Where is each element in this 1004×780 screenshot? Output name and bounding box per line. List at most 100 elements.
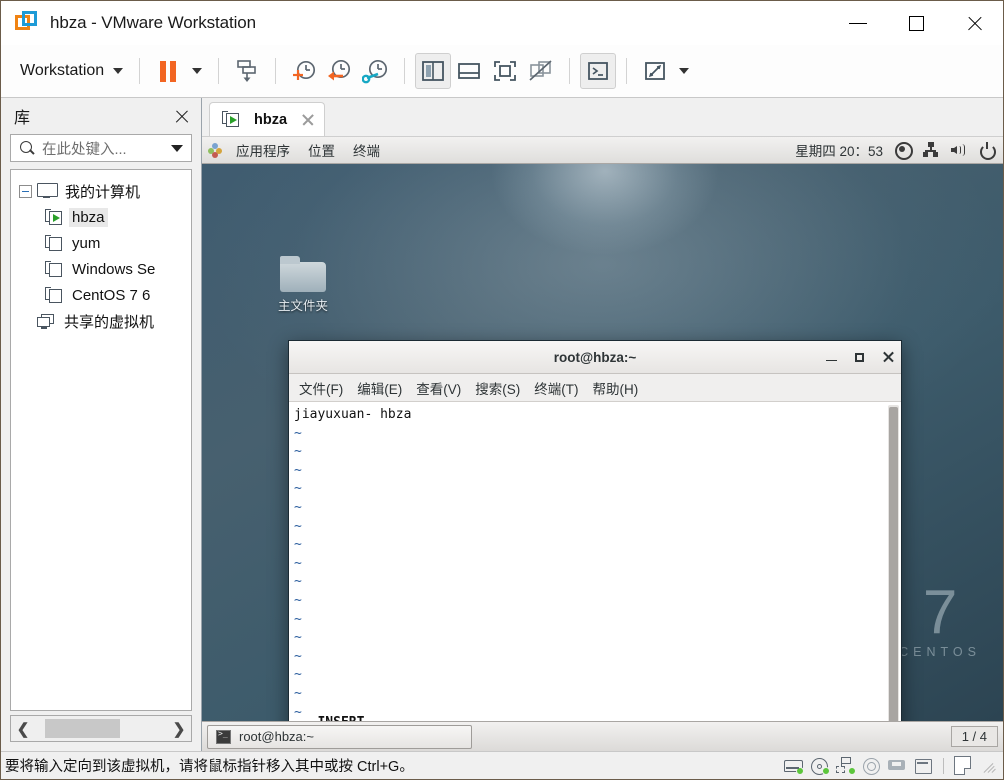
vm-running-icon (45, 208, 63, 226)
record-icon[interactable] (895, 142, 913, 160)
show-library-button[interactable] (415, 53, 452, 89)
printer-device-icon[interactable] (914, 757, 933, 774)
guest-screen[interactable]: 应用程序 位置 终端 星期四 20：53 主文件夹 7 CENTOS root@… (202, 137, 1003, 751)
scrollbar-thumb[interactable] (45, 719, 120, 738)
vmware-logo-icon (15, 11, 39, 35)
terminal-icon (216, 729, 231, 744)
gnome-taskbar: root@hbza:~ 1 / 4 (202, 721, 1003, 751)
unity-disabled-icon (529, 60, 552, 81)
close-icon[interactable] (301, 113, 314, 126)
maximize-button[interactable] (887, 1, 945, 45)
vm-icon (45, 286, 63, 304)
close-button[interactable] (945, 1, 1003, 45)
pause-icon (160, 60, 177, 82)
tree-item-centos7[interactable]: CentOS 7 6 (11, 282, 191, 308)
watermark-word: CENTOS (899, 645, 981, 659)
status-message: 要将输入定向到该虚拟机，请将鼠标指针移入其中或按 Ctrl+G。 (5, 759, 414, 775)
desktop-icon-home-folder[interactable]: 主文件夹 (260, 256, 346, 314)
tree-item-label: hbza (69, 207, 108, 227)
menu-help[interactable]: 帮助(H) (593, 378, 639, 398)
menu-places[interactable]: 位置 (299, 140, 344, 160)
take-snapshot-button[interactable] (286, 53, 322, 89)
revert-snapshot-button[interactable] (322, 53, 358, 89)
maximize-icon (908, 15, 924, 31)
console-view-button[interactable] (580, 53, 617, 89)
library-sidebar: 库 在此处键入... 我的计算机 hbza yum Windows Se Cen… (1, 98, 202, 751)
menu-file[interactable]: 文件(F) (299, 378, 343, 398)
taskbar-right: 1 / 4 (950, 726, 998, 747)
panel-clock[interactable]: 星期四 20：53 (795, 140, 883, 160)
close-icon[interactable] (882, 351, 894, 363)
minimize-button[interactable] (829, 1, 887, 45)
tree-item-my-computer[interactable]: 我的计算机 (11, 178, 191, 204)
menu-edit[interactable]: 编辑(E) (357, 378, 402, 398)
centos-watermark: 7 CENTOS (899, 582, 981, 660)
toolbar-separator (569, 58, 571, 84)
fullscreen-button[interactable] (487, 53, 523, 89)
terminal-title: root@hbza:~ (553, 349, 637, 365)
tab-label: hbza (254, 111, 288, 128)
library-search-box[interactable]: 在此处键入... (10, 134, 192, 162)
tab-hbza[interactable]: hbza (209, 102, 326, 136)
desktop-icon-label: 主文件夹 (277, 299, 328, 313)
message-log-icon[interactable] (954, 756, 971, 775)
cd-dvd-device-icon[interactable] (810, 757, 830, 775)
window-controls (829, 1, 1003, 45)
menu-applications[interactable]: 应用程序 (227, 140, 299, 160)
terminal-prompt-icon (588, 62, 609, 80)
workstation-menu-button[interactable]: Workstation (14, 58, 129, 84)
tree-item-windows-server[interactable]: Windows Se (11, 256, 191, 282)
suspend-button[interactable] (150, 53, 186, 89)
vm-running-icon (222, 111, 240, 128)
library-horizontal-scrollbar[interactable]: ❮ ❯ (10, 715, 192, 742)
show-thumbnail-bar-button[interactable] (451, 53, 487, 89)
manage-button[interactable] (229, 53, 265, 89)
unity-mode-button[interactable] (523, 53, 559, 89)
view-dropdown[interactable] (673, 53, 695, 89)
taskbar-window-terminal[interactable]: root@hbza:~ (207, 724, 472, 749)
menu-terminal[interactable]: 终端(T) (534, 378, 578, 398)
vm-tab-strip: hbza (202, 98, 1003, 137)
expander-icon[interactable] (19, 184, 32, 198)
snapshot-manager-button[interactable] (358, 53, 394, 89)
title-bar: hbza - VMware Workstation (1, 1, 1003, 45)
stretch-view-button[interactable] (637, 53, 673, 89)
minimize-icon[interactable] (826, 359, 837, 362)
menu-view[interactable]: 查看(V) (416, 378, 461, 398)
resize-grip-icon[interactable] (981, 758, 997, 774)
sound-card-device-icon[interactable] (862, 757, 881, 775)
transfer-vm-icon (237, 60, 256, 82)
power-dropdown[interactable] (186, 53, 208, 89)
menu-terminal[interactable]: 终端 (344, 140, 389, 160)
terminal-scrollbar[interactable] (888, 405, 899, 729)
network-icon[interactable] (923, 142, 939, 158)
chevron-left-icon[interactable]: ❮ (11, 720, 35, 738)
network-adapter-device-icon[interactable] (836, 757, 856, 775)
usb-device-icon[interactable] (888, 757, 907, 774)
power-icon[interactable] (979, 142, 996, 160)
chevron-down-icon[interactable] (171, 144, 183, 152)
tree-item-yum[interactable]: yum (11, 230, 191, 256)
menu-search[interactable]: 搜索(S) (475, 378, 520, 398)
vim-tilde-line: ~ (294, 462, 302, 478)
vim-tilde-line: ~ (294, 685, 302, 701)
hard-disk-device-icon[interactable] (784, 757, 804, 775)
terminal-content[interactable]: jiayuxuan- hbza ~~~~~~~~~~~~~~~~ -- INSE… (289, 402, 901, 732)
tree-item-hbza[interactable]: hbza (11, 204, 191, 230)
sidebar-panel-icon (422, 61, 445, 81)
vim-tilde-line: ~ (294, 630, 302, 646)
close-icon (966, 15, 983, 32)
volume-icon[interactable] (951, 142, 967, 158)
close-icon[interactable] (174, 109, 189, 124)
search-input[interactable]: 在此处键入... (39, 138, 171, 159)
chevron-right-icon[interactable]: ❯ (167, 720, 191, 738)
maximize-icon[interactable] (855, 352, 864, 362)
status-device-icons (784, 756, 1001, 775)
terminal-window[interactable]: root@hbza:~ 文件(F) 编辑(E) 查看(V) 搜索(S) 终端(T… (288, 340, 902, 733)
workspace-indicator[interactable]: 1 / 4 (950, 726, 998, 747)
tree-item-shared-vms[interactable]: 共享的虚拟机 (11, 308, 191, 334)
terminal-menu-bar: 文件(F) 编辑(E) 查看(V) 搜索(S) 终端(T) 帮助(H) (289, 374, 901, 402)
chevron-down-icon (192, 68, 203, 74)
vim-tilde-line: ~ (294, 667, 302, 683)
vm-icon (45, 234, 63, 252)
